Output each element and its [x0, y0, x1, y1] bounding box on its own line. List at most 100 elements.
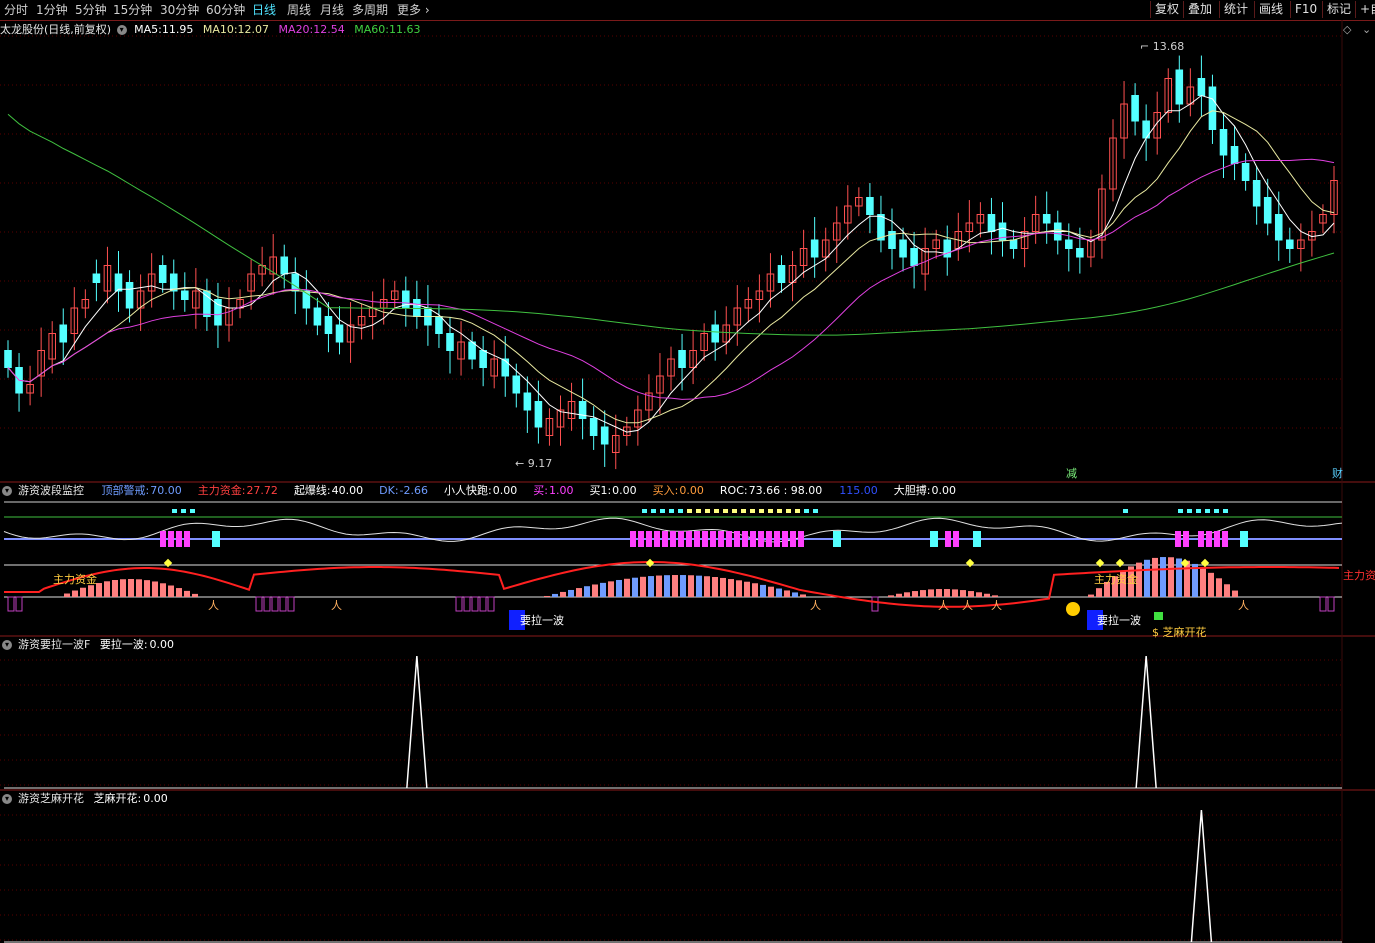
histogram-bar — [920, 590, 926, 597]
signal-block-cyan — [212, 531, 220, 547]
histogram-bar — [952, 589, 958, 597]
histogram-bar-neg — [287, 596, 295, 612]
signal-dot — [741, 509, 746, 513]
diamond-marker — [1095, 558, 1105, 568]
signal-block-cyan — [1240, 531, 1248, 547]
candle-body — [501, 358, 510, 377]
pane3-collapse-icon[interactable]: ▾ — [2, 794, 12, 804]
candle-body — [910, 248, 918, 266]
histogram-bar — [1160, 557, 1166, 597]
pane1-item-value-4: 0.00 — [492, 484, 518, 497]
pane1-item-label-8: ROC: — [719, 484, 748, 497]
pane1-item-0: 顶部警戒:70.00 — [102, 484, 188, 497]
signal-block-magenta — [945, 531, 951, 547]
histogram-bar — [104, 581, 110, 597]
histogram-bar — [656, 575, 662, 597]
histogram-bar-neg — [455, 596, 463, 612]
pane3-spike — [1190, 809, 1213, 943]
histogram-bar — [888, 595, 894, 597]
histogram-bar — [1224, 584, 1230, 597]
candle-body — [534, 401, 543, 428]
signal-block-magenta — [710, 531, 716, 547]
signal-block-magenta — [1206, 531, 1212, 547]
histogram-bar — [176, 588, 182, 597]
candle-body — [600, 426, 609, 445]
candle-body — [1263, 197, 1272, 224]
signal-block-magenta — [718, 531, 724, 547]
pane1-item-label-5: 买: — [533, 484, 548, 497]
signal-dot — [1187, 509, 1192, 513]
signal-dot — [1178, 509, 1183, 513]
histogram-bar-neg — [263, 596, 271, 612]
histogram-bar — [568, 589, 574, 597]
pane1-item-value-7: 0.00 — [679, 484, 704, 497]
chart-canvas: ⌐ 13.68← 9.17减 财人人人人人人人主力资金 主力资金要拉一波 要拉一波$ … — [0, 20, 1375, 943]
candle-body — [435, 316, 443, 334]
histogram-bar — [632, 577, 638, 597]
candle-body — [678, 350, 686, 368]
signal-dot — [813, 509, 818, 513]
candle-body — [589, 418, 598, 436]
candle-body — [1219, 129, 1228, 156]
histogram-bar — [72, 590, 78, 597]
histogram-bar — [976, 592, 982, 597]
signal-block-magenta — [662, 531, 668, 547]
pane2-collapse-icon[interactable]: ▾ — [2, 640, 12, 650]
candle-body — [1274, 214, 1283, 241]
histogram-bar — [1088, 594, 1094, 597]
candle-body — [479, 350, 487, 368]
pane2-title[interactable]: 游资要拉一波F — [18, 638, 90, 651]
histogram-bar — [904, 592, 910, 597]
signal-block-magenta — [774, 531, 780, 547]
signal-block-magenta — [630, 531, 636, 547]
annotation-sesame: $ 芝麻开花 — [1152, 625, 1207, 639]
histogram-bar — [1176, 558, 1182, 597]
pane1-item-1: 主力资金:27.72 — [198, 484, 284, 497]
signal-dot — [660, 509, 665, 513]
pane1-item-label-2: 起爆线: — [293, 484, 331, 497]
pane2-item-value: 0.00 — [149, 638, 175, 651]
pane1-title[interactable]: 游资波段监控 — [18, 484, 84, 497]
candle-body — [866, 197, 874, 215]
signal-dot — [723, 509, 728, 513]
signal-block-magenta — [1198, 531, 1204, 547]
histogram-bar — [696, 575, 702, 597]
histogram-bar — [592, 584, 598, 597]
histogram-bar — [192, 593, 198, 597]
histogram-bar — [784, 590, 790, 597]
candle-body — [523, 392, 532, 411]
candle-body — [1042, 214, 1051, 224]
histogram-bar — [640, 576, 646, 597]
signal-block-magenta — [726, 531, 732, 547]
pane2-item-label: 要拉一波: — [99, 638, 148, 651]
annotation-main-fund-1: 主力资金 — [53, 572, 97, 586]
histogram-bar — [648, 576, 654, 597]
pane1-item-3: DK:-2.66 — [379, 484, 434, 497]
signal-block-magenta — [702, 531, 708, 547]
signal-dot — [795, 509, 800, 513]
histogram-bar-neg — [1319, 596, 1327, 612]
histogram-bar — [552, 593, 558, 597]
event-marker-cai: 财 — [1332, 466, 1343, 480]
pane1-collapse-icon[interactable]: ▾ — [2, 486, 12, 496]
pane3-title[interactable]: 游资芝麻开花 — [18, 792, 84, 805]
histogram-bar — [1232, 590, 1238, 597]
annotation-surge-2: 要拉一波 — [1097, 613, 1141, 627]
signal-dot — [651, 509, 656, 513]
candle-body — [181, 290, 189, 300]
histogram-bar — [544, 595, 550, 597]
candle-body — [1252, 180, 1261, 207]
histogram-bar — [1208, 572, 1214, 597]
histogram-bar — [88, 585, 94, 597]
signal-block-magenta — [782, 531, 788, 547]
runner-icon: 人 — [962, 599, 973, 612]
signal-dot — [669, 509, 674, 513]
signal-block-magenta — [1175, 531, 1181, 547]
pane3-header: ▾ 游资芝麻开花 芝麻开花: 0.00 — [0, 791, 174, 807]
candle-body — [114, 273, 123, 292]
signal-dot — [642, 509, 647, 513]
candle-body — [92, 273, 101, 283]
histogram-bar — [960, 590, 966, 597]
smiley-icon — [1066, 602, 1080, 616]
pane1-item-value-8: 73.66 : 98.00 — [748, 484, 823, 497]
